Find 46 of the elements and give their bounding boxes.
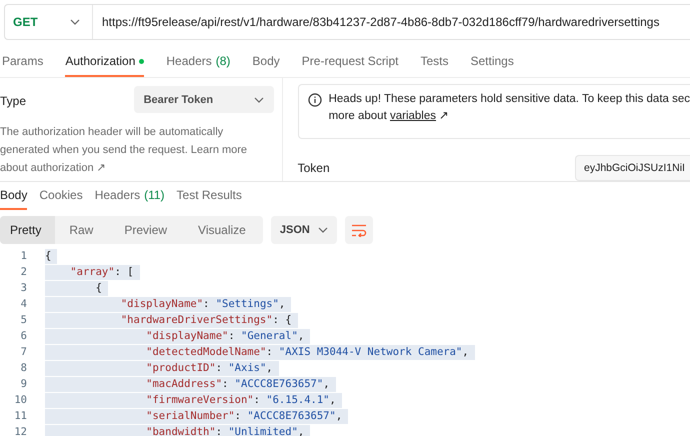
view-mode-tab[interactable]: Raw [55,216,110,244]
chevron-down-icon [70,19,80,25]
format-select[interactable]: JSON [270,216,337,244]
view-mode-tab[interactable]: Preview [110,216,184,244]
info-icon [308,93,322,107]
line-number: 9 [20,378,27,390]
wrap-lines-button[interactable] [344,216,373,244]
method-select[interactable]: GET [5,5,93,39]
response-tab[interactable]: Headers (11) [94,182,165,210]
line-number: 1 [20,250,27,262]
auth-type-select[interactable]: Bearer Token [134,86,274,113]
line-number: 7 [20,346,27,358]
chevron-down-icon [318,227,328,233]
view-mode-tab[interactable]: Visualize [184,216,263,244]
request-tab[interactable]: Headers (8) [166,47,230,77]
type-label: Type [0,93,26,108]
token-field[interactable]: eyJhbGciOiJSUzI1NiI [575,155,690,181]
authorization-link[interactable]: authorization ↗ [30,162,106,174]
request-tab[interactable]: Params [2,47,44,77]
request-tab[interactable]: Pre-request Script [302,47,398,77]
response-tab[interactable]: Body [0,182,28,210]
line-number: 3 [20,282,27,294]
url-field[interactable]: https://ft95release/api/rest/v1/hardware/83b41237-2d87-4b86-8db7-032d186cff79/hardwaredriversettings [93,15,660,29]
request-tab[interactable]: Tests [420,47,448,77]
line-number: 5 [20,314,27,326]
external-link-arrow: ↗ [439,110,450,122]
auth-description: The authorization header will be automatically generated when you send the request. Learn more about authorization ↗ [0,125,248,176]
line-number: 8 [20,362,27,374]
wrap-lines-icon [350,224,367,236]
variables-link[interactable]: variables [390,110,436,122]
token-label: Token [298,161,330,175]
response-tab[interactable]: Test Results [176,182,242,210]
request-tab[interactable]: Body [252,47,280,77]
line-number: 11 [13,410,27,422]
view-mode-tab[interactable]: Pretty [0,216,56,244]
notice-text: Heads up! These parameters hold sensitive data. To keep this data sec [328,93,690,105]
chevron-down-icon [254,96,264,102]
line-number: 12 [13,426,27,436]
line-number: 10 [13,394,27,406]
line-number: 6 [20,330,27,342]
response-tab[interactable]: Cookies [39,182,83,210]
request-tab[interactable]: Settings [470,47,514,77]
request-tab[interactable]: Authorization [65,47,144,77]
notice-text: more about [328,110,387,122]
line-number: 2 [20,266,27,278]
line-number: 4 [20,298,27,310]
